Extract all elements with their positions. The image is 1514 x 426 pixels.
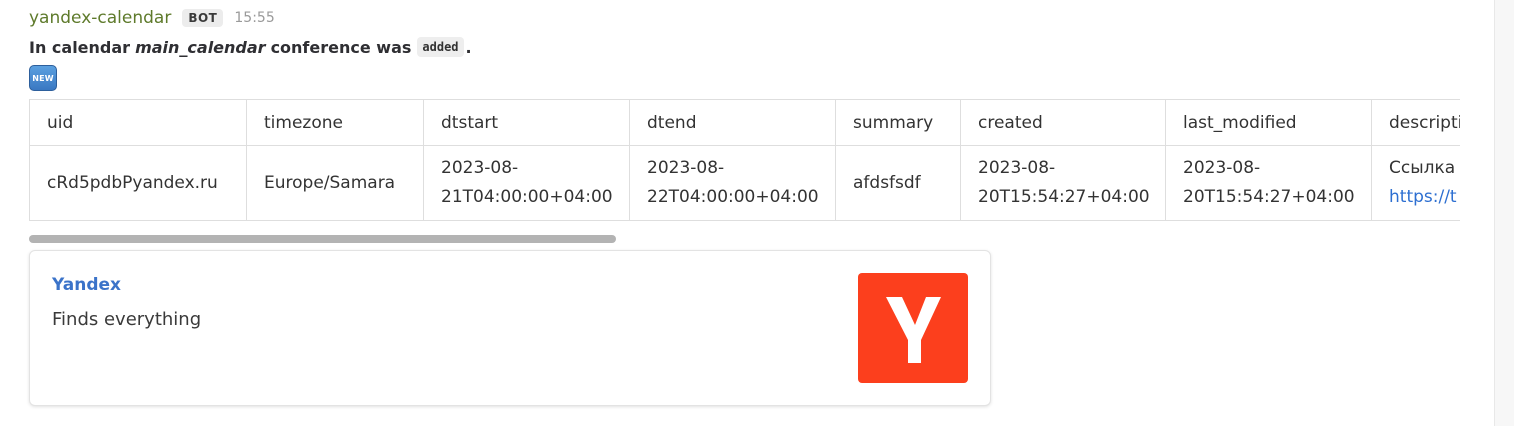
bot-badge: BOT [182, 9, 224, 27]
sender-name[interactable]: yandex-calendar [29, 8, 171, 28]
table-horizontal-scrollbar[interactable] [29, 235, 1460, 243]
cell-dtend-line1: 2023-08- [647, 158, 725, 178]
event-table-container[interactable]: uid timezone dtstart dtend summary creat… [29, 99, 1460, 221]
cell-description-line1: Ссылка [1389, 158, 1456, 178]
scrollbar-thumb[interactable] [29, 235, 616, 243]
cell-last-modified-line1: 2023-08- [1183, 158, 1261, 178]
cell-created-line2: 20T15:54:27+04:00 [978, 187, 1150, 207]
column-header-dtend: dtend [629, 99, 836, 146]
cell-summary: afdsfsdf [835, 145, 961, 221]
yandex-logo-icon[interactable] [858, 273, 968, 383]
column-header-uid: uid [29, 99, 247, 146]
cell-dtstart: 2023-08- 21T04:00:00+04:00 [423, 145, 630, 221]
table-row: cRd5pdbPyandex.ru Europe/Samara 2023-08-… [29, 145, 1460, 221]
column-header-dtstart: dtstart [423, 99, 630, 146]
column-header-created: created [960, 99, 1166, 146]
table-header-row: uid timezone dtstart dtend summary creat… [29, 99, 1460, 146]
cell-last-modified-line2: 20T15:54:27+04:00 [1183, 187, 1355, 207]
cell-dtstart-line2: 21T04:00:00+04:00 [441, 187, 613, 207]
cell-last-modified: 2023-08- 20T15:54:27+04:00 [1165, 145, 1372, 221]
column-header-last-modified: last_modified [1165, 99, 1372, 146]
cell-dtstart-line1: 2023-08- [441, 158, 519, 178]
cell-created: 2023-08- 20T15:54:27+04:00 [960, 145, 1166, 221]
cell-description: Ссылка https://t [1371, 145, 1460, 221]
new-emoji-icon: NEW [29, 65, 57, 91]
cell-dtend-line2: 22T04:00:00+04:00 [647, 187, 819, 207]
text-prefix: In calendar [29, 37, 131, 57]
calendar-name: main_calendar [135, 37, 266, 57]
message-header: yandex-calendar BOT 15:55 [29, 6, 275, 30]
text-middle: conference was [270, 37, 412, 57]
cell-uid: cRd5pdbPyandex.ru [29, 145, 247, 221]
column-header-summary: summary [835, 99, 961, 146]
event-table: uid timezone dtstart dtend summary creat… [29, 99, 1460, 221]
action-code: added [417, 37, 464, 57]
description-link[interactable]: https://t [1389, 187, 1457, 207]
cell-dtend: 2023-08- 22T04:00:00+04:00 [629, 145, 836, 221]
link-preview-title[interactable]: Yandex [52, 275, 121, 295]
message-text: In calendar main_calendar conference was… [29, 35, 472, 59]
cell-created-line1: 2023-08- [978, 158, 1056, 178]
column-header-description: description [1371, 99, 1460, 146]
page-vertical-scrollbar[interactable] [1494, 0, 1514, 426]
text-suffix: . [465, 37, 472, 57]
cell-timezone: Europe/Samara [246, 145, 424, 221]
message-time[interactable]: 15:55 [234, 10, 274, 26]
link-preview-card[interactable]: Yandex Finds everything [29, 250, 991, 406]
column-header-timezone: timezone [246, 99, 424, 146]
link-preview-description: Finds everything [52, 309, 202, 330]
